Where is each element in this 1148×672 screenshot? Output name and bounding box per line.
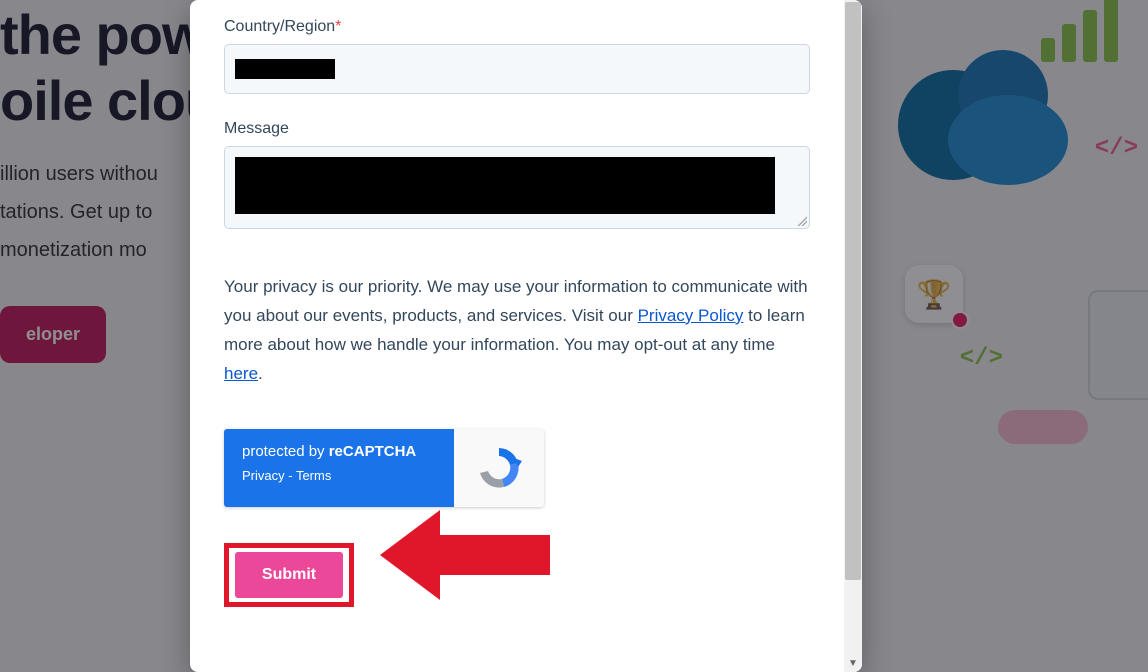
annotation-arrow-icon [380,500,560,615]
privacy-disclaimer: Your privacy is our priority. We may use… [224,273,810,389]
scrollbar-track[interactable]: ▼ [844,0,862,672]
country-label: Country/Region* [224,18,810,36]
scrollbar-thumb[interactable] [845,2,861,580]
opt-out-link[interactable]: here [224,364,258,383]
recaptcha-text: protected by reCAPTCHA Privacy - Terms [224,429,454,507]
recaptcha-separator: - [285,468,296,483]
recaptcha-logo-icon [474,443,524,493]
recaptcha-terms-link[interactable]: Terms [296,468,331,483]
country-label-text: Country/Region [224,18,335,35]
recaptcha-links: Privacy - Terms [242,468,436,483]
recaptcha-protected-text: protected by [242,443,329,460]
submit-button[interactable]: Submit [235,552,343,598]
resize-handle-icon[interactable] [797,216,807,226]
privacy-policy-link[interactable]: Privacy Policy [638,306,744,325]
privacy-text-part3: . [258,364,263,383]
message-textarea[interactable] [224,146,810,229]
scrollbar-down-button[interactable]: ▼ [844,654,862,672]
message-value-redacted [235,157,775,214]
country-select[interactable] [224,44,810,94]
recaptcha-badge: protected by reCAPTCHA Privacy - Terms [224,429,544,507]
recaptcha-protected-by: protected by reCAPTCHA [242,443,436,460]
recaptcha-brand: reCAPTCHA [329,443,417,460]
required-asterisk: * [335,18,341,35]
message-label: Message [224,120,810,138]
submit-highlight-box: Submit [224,543,354,607]
recaptcha-privacy-link[interactable]: Privacy [242,468,285,483]
country-value-redacted [235,59,335,79]
recaptcha-logo-container [454,429,544,507]
